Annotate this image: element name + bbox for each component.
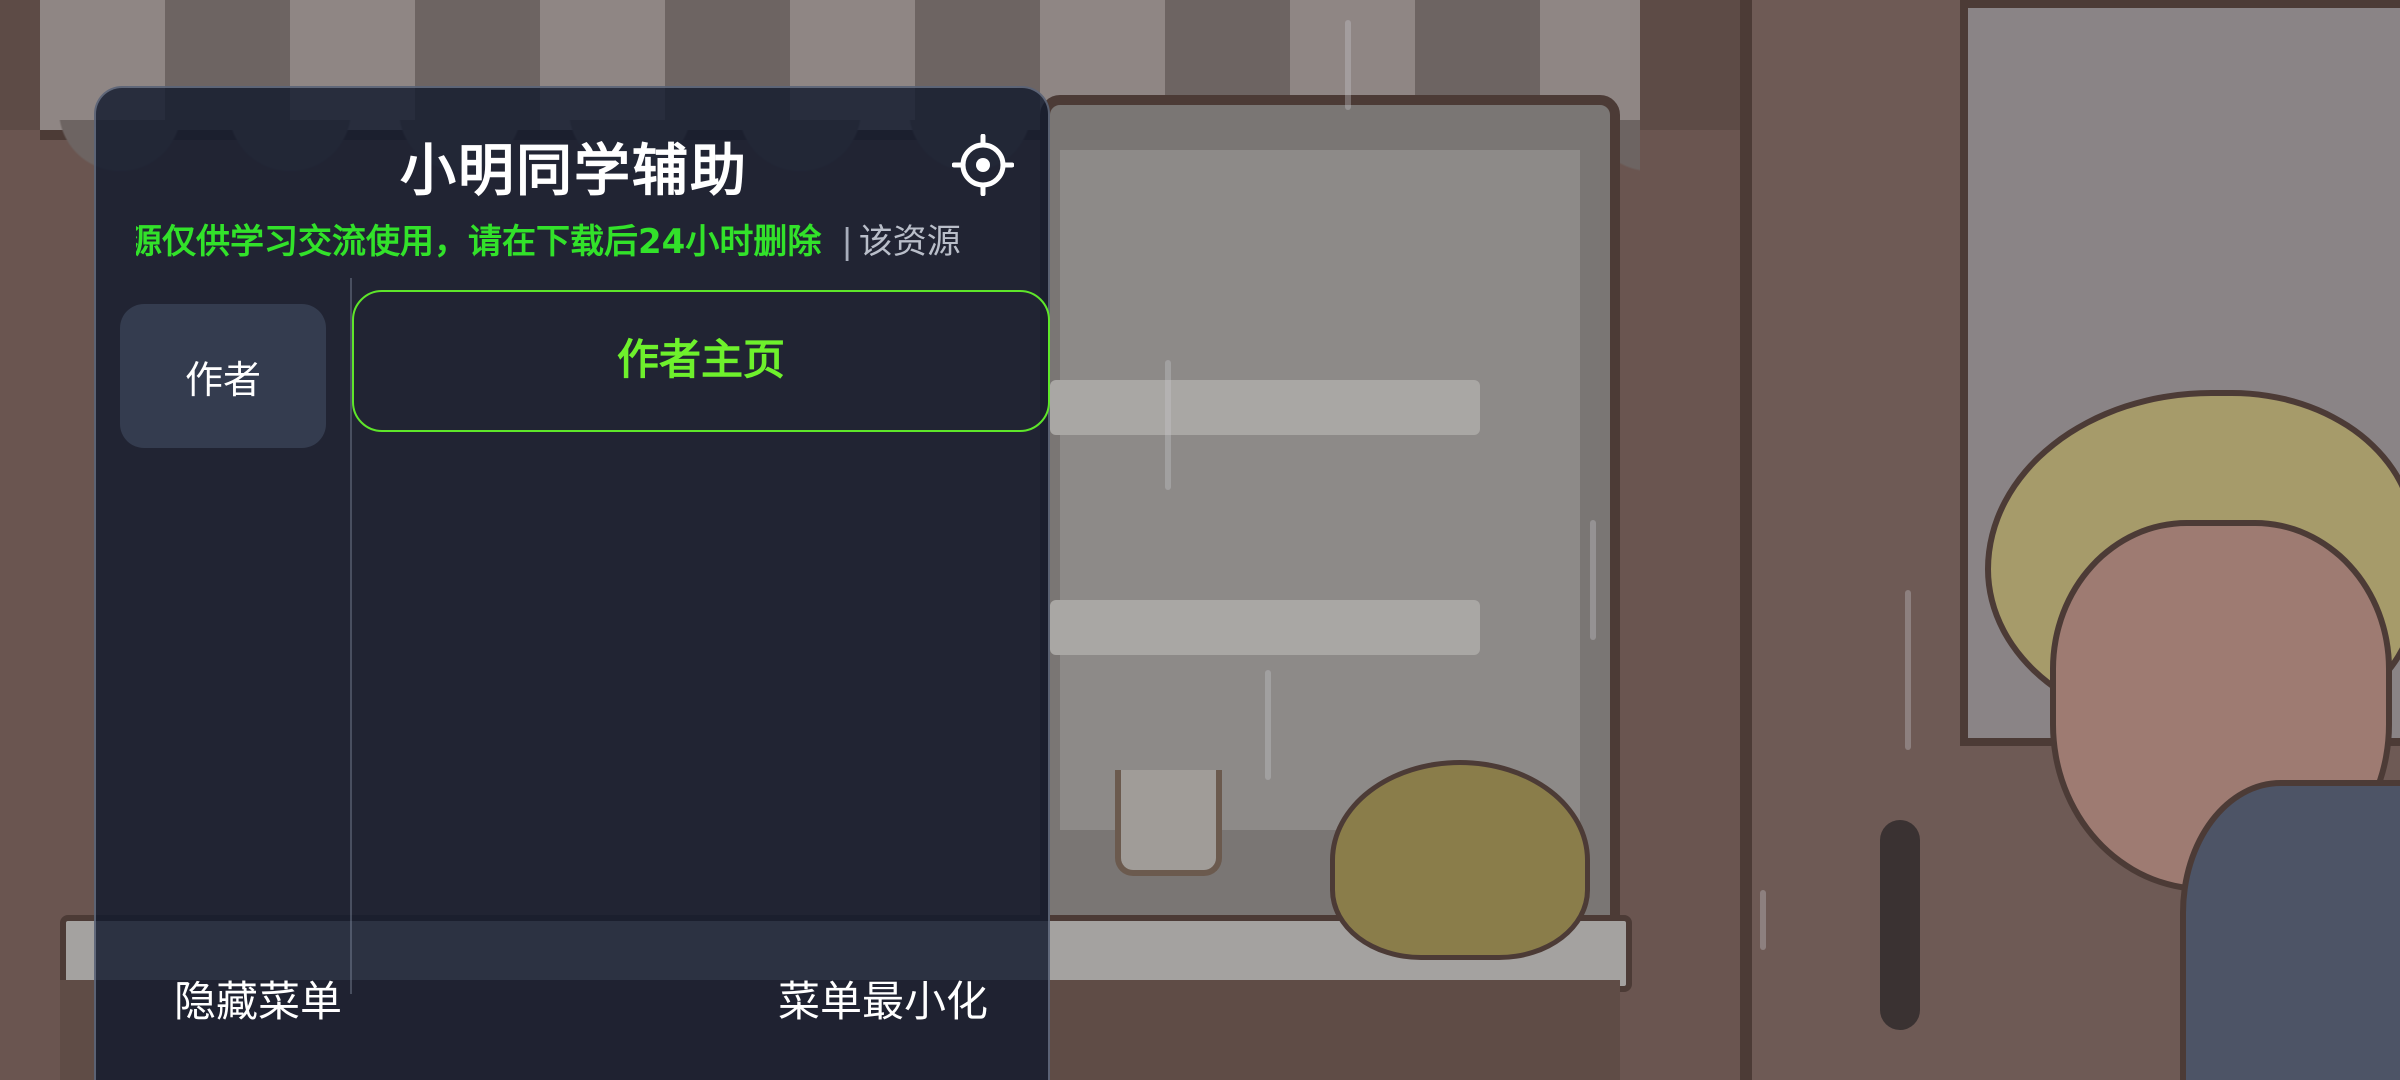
shelf [1050,380,1480,435]
sidebar-item-author[interactable]: 作者 [120,304,326,448]
sidebar-item-label: 作者 [184,357,261,402]
notice-text: 源仅供学习交流使用，请在下载后24小时删除 [136,222,822,262]
potted-plant [1330,760,1590,960]
drinking-glass [1115,770,1222,876]
rain-streak [1905,590,1911,750]
menu-title: 小明同学辅助 [400,139,748,204]
window-glass [1060,150,1580,830]
rain-streak [1760,890,1766,950]
settings-icon[interactable] [952,134,1014,196]
rain-streak [1345,20,1351,110]
notice-marquee: 源仅供学习交流使用，请在下载后24小时删除 | 该资源 [136,216,1016,268]
boy-character-shirt [2180,780,2400,1080]
door-handle [1880,820,1920,1030]
author-homepage-button[interactable]: 作者主页 [352,290,1050,432]
shelf [1050,600,1480,655]
rain-streak [1590,520,1596,640]
notice-continuation: 该资源 [858,222,961,262]
rain-streak [1265,670,1271,780]
hide-menu-button[interactable]: 隐藏菜单 [174,968,342,1029]
minimize-menu-button[interactable]: 菜单最小化 [778,968,988,1029]
author-homepage-label: 作者主页 [616,334,785,384]
cheat-menu-panel: 小明同学辅助 源仅供学习交流使用，请在下载后24小时删除 | 该资源 作者 作者主页… [94,86,1050,1080]
notice-separator: | [841,222,853,262]
rain-streak [1165,360,1171,490]
